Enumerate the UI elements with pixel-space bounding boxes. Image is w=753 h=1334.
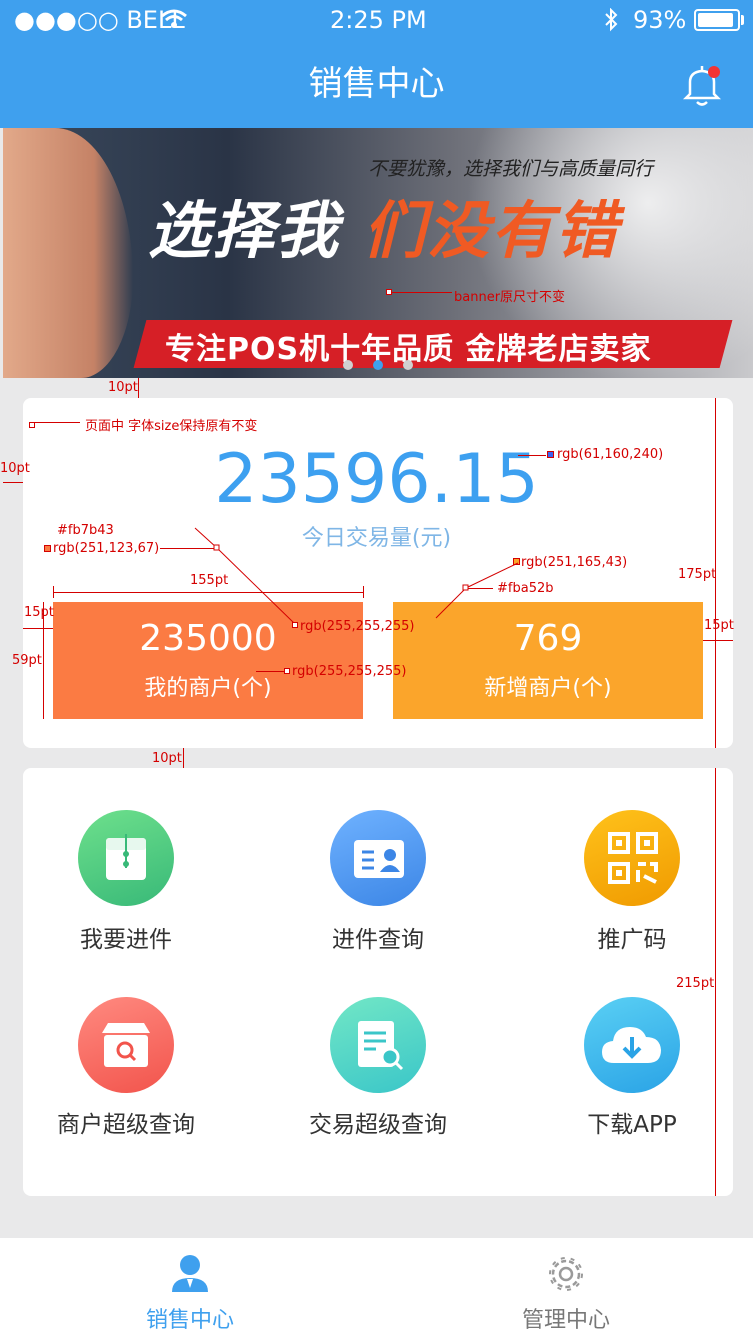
user-icon xyxy=(172,1255,208,1292)
nav-bar: 销售中心 xyxy=(0,40,753,128)
new-merchants-count: 769 xyxy=(513,618,583,659)
menu-item-download-app[interactable]: 下载APP xyxy=(532,997,732,1147)
qr-code-icon xyxy=(584,810,680,906)
menu-item-promo-code[interactable]: 推广码 xyxy=(532,810,732,960)
menu-label-query: 进件查询 xyxy=(332,927,424,953)
cloud-download-icon xyxy=(584,997,680,1093)
carousel-dot-2[interactable] xyxy=(373,360,383,370)
battery-level xyxy=(698,13,733,27)
menu-label-download-app: 下载APP xyxy=(587,1112,677,1138)
battery-tip xyxy=(741,15,744,25)
carousel-dot-1[interactable] xyxy=(343,360,353,370)
banner-subtitle: 不要犹豫，选择我们与高质量同行 xyxy=(368,158,654,180)
file-envelope-icon xyxy=(78,810,174,906)
bell-icon[interactable] xyxy=(676,60,728,112)
notification-dot xyxy=(708,66,720,78)
promo-banner[interactable]: 不要犹豫，选择我们与高质量同行 选择我 们没有错 专注POS机十年品质 金牌老店… xyxy=(3,128,753,378)
tab-label-management: 管理中心 xyxy=(521,1308,610,1333)
tab-label-sales: 销售中心 xyxy=(145,1308,234,1333)
id-card-icon xyxy=(330,810,426,906)
menu-item-query[interactable]: 进件查询 xyxy=(278,810,478,960)
menu-label-merchant-search: 商户超级查询 xyxy=(57,1112,195,1138)
status-time: 2:25 PM xyxy=(330,6,427,34)
tab-management-center[interactable]: 管理中心 xyxy=(466,1238,666,1334)
menu-item-submit[interactable]: 我要进件 xyxy=(26,810,226,960)
banner-headline-white: 选择我 xyxy=(148,194,341,267)
banner-headline-orange: 们没有错 xyxy=(363,194,620,267)
menu-item-transaction-search[interactable]: 交易超级查询 xyxy=(278,997,478,1147)
tab-bar: 销售中心 管理中心 xyxy=(0,1238,753,1334)
menu-item-merchant-search[interactable]: 商户超级查询 xyxy=(26,997,226,1147)
new-merchants-label: 新增商户(个) xyxy=(484,676,612,701)
battery-icon xyxy=(694,9,740,31)
status-bar: ●●●○○ BELL 2:25 PM 93% xyxy=(0,0,753,40)
menu-label-submit: 我要进件 xyxy=(80,927,172,953)
page-title: 销售中心 xyxy=(308,64,445,104)
carousel-dot-3[interactable] xyxy=(403,360,413,370)
menu-label-promo-code: 推广码 xyxy=(597,927,667,953)
banner-handshake-image xyxy=(3,128,133,378)
battery-percent: 93% xyxy=(633,6,687,34)
menu-label-transaction-search: 交易超级查询 xyxy=(309,1112,447,1138)
shop-search-icon xyxy=(78,997,174,1093)
wifi-icon xyxy=(161,9,187,28)
bluetooth-icon xyxy=(605,8,618,32)
document-search-icon xyxy=(330,997,426,1093)
gear-icon xyxy=(549,1257,583,1291)
tab-sales-center[interactable]: 销售中心 xyxy=(90,1238,290,1334)
